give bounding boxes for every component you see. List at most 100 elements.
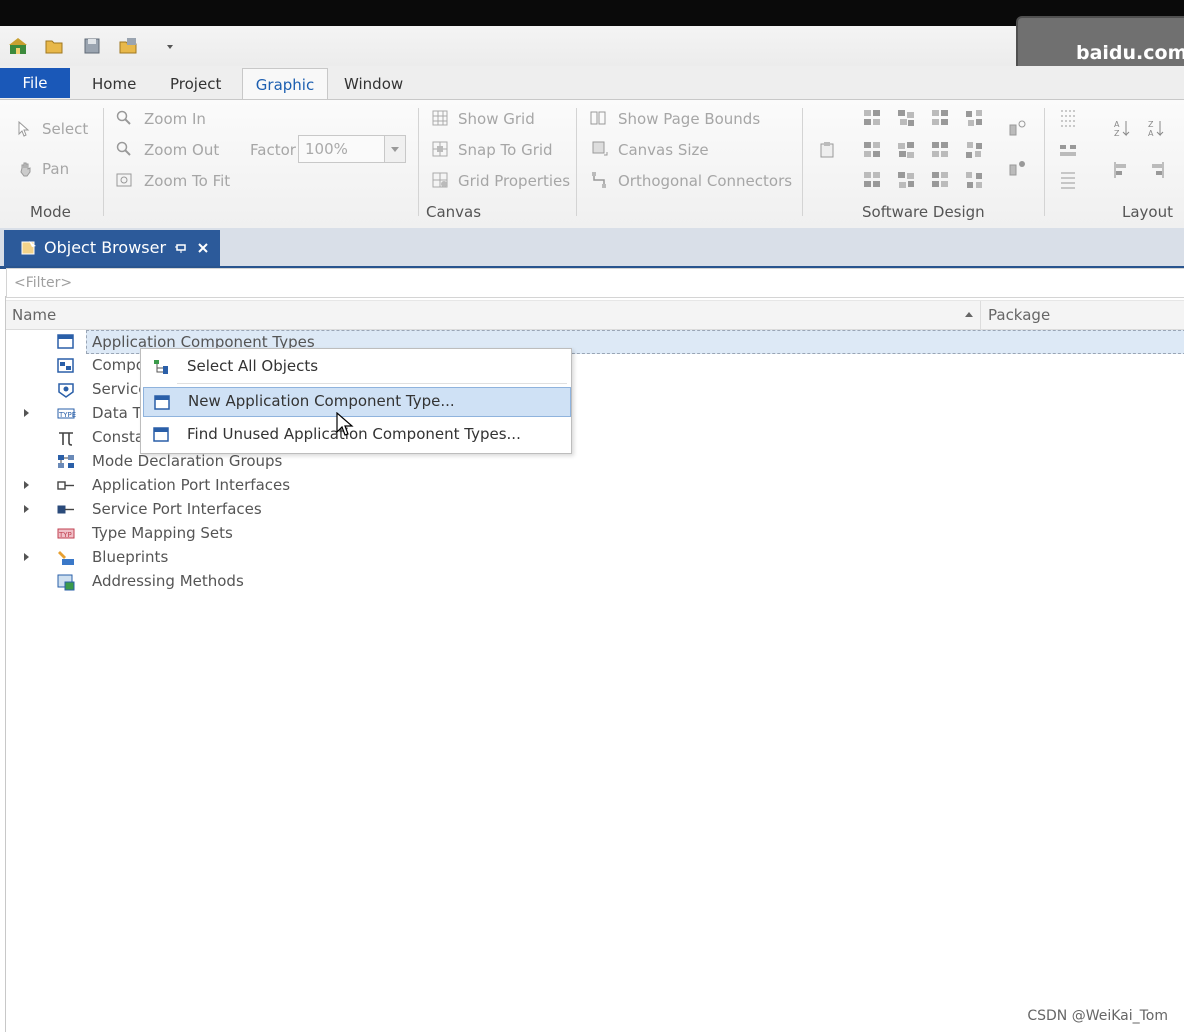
menu-item-select-all-objects[interactable]: Select All Objects [143,352,569,382]
column-header-package[interactable]: Package [988,306,1050,324]
tree-row-type-mapping-sets[interactable]: TYP Type Mapping Sets [6,522,1184,546]
select-button[interactable]: Select [42,120,88,138]
tab-home[interactable]: Home [92,68,136,98]
filter-input[interactable]: <Filter> [6,268,1184,298]
tree-row-addressing-methods[interactable]: Addressing Methods [6,570,1184,594]
show-grid-button[interactable]: Show Grid [458,110,535,128]
align-bottom-right-icon[interactable] [930,170,950,190]
tree-item-label: Application Port Interfaces [92,476,291,494]
column-divider[interactable] [980,301,981,329]
tree-item-label: Service Port Interfaces [92,500,262,518]
show-page-bounds-button[interactable]: Show Page Bounds [618,110,760,128]
align-bottom-center-icon[interactable] [896,170,916,190]
connector-left-icon[interactable] [1008,118,1028,138]
tree-row-service-port-interfaces[interactable]: Service Port Interfaces [6,498,1184,522]
align-top-center-icon[interactable] [896,108,916,128]
tab-project[interactable]: Project [170,68,221,98]
align-middle-right-icon[interactable] [930,140,950,160]
ribbon-separator [1044,108,1045,216]
align-middle-distribute-icon[interactable] [964,140,984,160]
zoom-to-fit-button[interactable]: Zoom To Fit [144,172,230,190]
layout-vertical-icon[interactable] [1058,170,1078,190]
tree-item-label: Type Mapping Sets [92,524,233,542]
pan-hand-icon [20,162,31,177]
tab-graphic[interactable]: Graphic [242,68,328,99]
type-mapping-icon: TYP [57,528,75,539]
svg-text:Z: Z [1114,129,1120,138]
tab-file[interactable]: File [0,68,70,98]
app-home-icon[interactable] [8,36,28,56]
sort-up-icon [965,312,973,317]
expand-arrow-icon[interactable] [24,505,29,513]
pin-icon[interactable] [174,241,188,255]
zoom-factor-combobox[interactable]: 100% [298,135,406,163]
menu-item-label: Select All Objects [187,357,319,375]
sort-ascending-icon[interactable]: AZ [1112,118,1132,138]
factor-label: Factor [250,141,296,159]
chevron-down-icon [391,147,399,152]
orthogonal-connectors-icon [592,172,606,188]
tree-item-label: Blueprints [92,548,169,566]
save-icon[interactable] [82,36,102,56]
svg-text:Z: Z [1148,120,1154,129]
factor-dropdown-arrow[interactable] [384,136,405,162]
object-browser-title: Object Browser [44,238,167,257]
tree-item-label: Addressing Methods [92,572,244,590]
tree-row-blueprints[interactable]: Blueprints [6,546,1184,570]
sort-descending-icon[interactable]: ZA [1146,118,1166,138]
layout-horizontal-icon[interactable] [1058,140,1078,160]
grid-properties-button[interactable]: Grid Properties [458,172,570,190]
align-left-icon[interactable] [1112,160,1132,180]
zoom-factor-value: 100% [305,140,348,158]
align-bottom-left-icon[interactable] [862,170,882,190]
column-header-name[interactable]: Name [12,306,56,324]
svg-text:A: A [1148,129,1154,138]
select-all-objects-icon [154,360,168,374]
svg-text:TYP: TYP [58,531,72,539]
zoom-out-button[interactable]: Zoom Out [144,141,219,159]
mode-declaration-icon [58,455,74,468]
canvas-size-button[interactable]: Canvas Size [618,141,709,159]
menu-separator [177,383,567,384]
menu-item-new-application-component-type[interactable]: New Application Component Type... [143,387,571,417]
align-middle-center-icon[interactable] [896,140,916,160]
footer-watermark: CSDN @WeiKai_Tom [1027,1008,1168,1024]
expand-arrow-icon[interactable] [24,409,29,417]
pan-button[interactable]: Pan [42,160,69,178]
open-folder-icon[interactable] [44,36,64,56]
align-top-left-icon[interactable] [862,108,882,128]
tree-item-label: Consta [92,428,145,446]
menu-item-find-unused-application-component-types[interactable]: Find Unused Application Component Types.… [143,420,569,450]
customize-dropdown-icon[interactable] [160,36,180,56]
tab-object-browser[interactable]: Object Browser [4,230,220,266]
zoom-out-icon [116,141,131,156]
align-distribute-icon[interactable] [964,108,984,128]
expand-arrow-icon[interactable] [24,481,29,489]
zoom-in-button[interactable]: Zoom In [144,110,206,128]
ribbon-separator [418,108,419,216]
tree-row-application-port-interfaces[interactable]: Application Port Interfaces [6,474,1184,498]
top-black-bar [0,0,1184,26]
orthogonal-connectors-button[interactable]: Orthogonal Connectors [618,172,792,190]
composition-icon [57,358,74,373]
align-top-right-icon[interactable] [930,108,950,128]
mouse-cursor-icon [336,412,354,436]
align-bottom-distribute-icon[interactable] [964,170,984,190]
mode-group-label: Mode [30,203,71,221]
service-icon [58,383,74,398]
align-right-icon[interactable] [1146,160,1166,180]
service-port-interface-icon [57,505,74,514]
tab-window[interactable]: Window [344,68,403,98]
paste-diagram-icon[interactable] [818,140,838,160]
application-component-icon [154,395,170,410]
snap-to-grid-button[interactable]: Snap To Grid [458,141,553,159]
column-header-row: Name Package [6,300,1184,330]
layout-grid-icon[interactable] [1058,108,1078,128]
align-middle-left-icon[interactable] [862,140,882,160]
software-design-group-label: Software Design [862,203,985,221]
close-icon[interactable] [196,241,210,255]
save-all-icon[interactable] [118,36,138,56]
tree-item-label: Data T [92,404,142,422]
connector-right-icon[interactable] [1008,158,1028,178]
expand-arrow-icon[interactable] [24,553,29,561]
